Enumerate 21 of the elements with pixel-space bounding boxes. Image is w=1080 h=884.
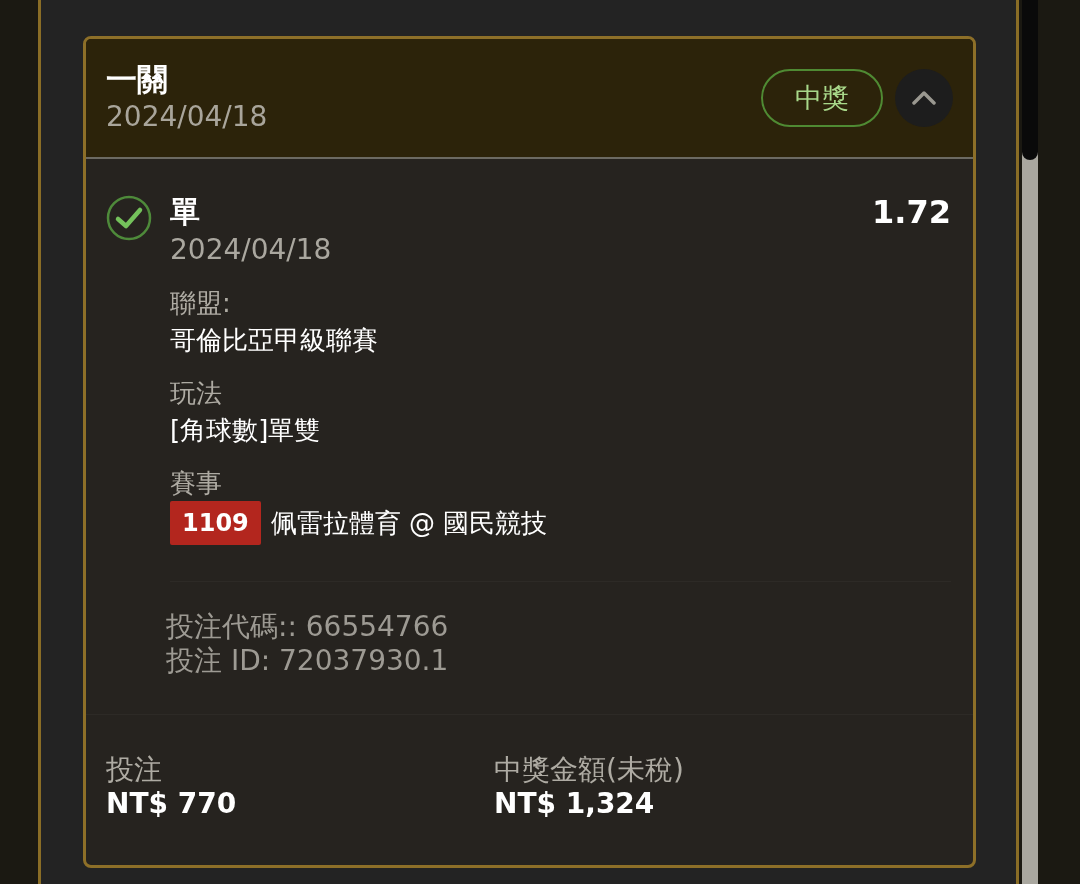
summary-label: 中獎金額(未稅) xyxy=(494,753,684,787)
chevron-up-icon xyxy=(912,91,936,105)
detail-value: [角球數]單雙 xyxy=(170,415,321,445)
selection-name: 單 xyxy=(170,194,200,229)
odds-value: 1.72 xyxy=(872,193,951,231)
detail-label: 賽事 xyxy=(170,467,222,500)
summary-amount: NT$ 1,324 xyxy=(494,787,655,821)
detail-label: 玩法 xyxy=(170,377,222,410)
detail-value: 佩雷拉體育 @ 國民競技 xyxy=(270,507,548,540)
selection-date: 2024/04/18 xyxy=(170,233,332,266)
match-number: 1109 xyxy=(170,501,261,545)
scrollbar[interactable] xyxy=(1022,0,1038,884)
summary-amount: NT$ 770 xyxy=(106,787,237,821)
detail-value: 哥倫比亞甲級聯賽 xyxy=(170,325,378,355)
bet-code: 投注代碼:: 66554766 xyxy=(166,610,449,644)
bet-date: 2024/04/18 xyxy=(106,99,269,135)
status-badge: 中獎 xyxy=(761,69,883,127)
bet-code: 投注 ID: 72037930.1 xyxy=(166,644,449,678)
bet-type-title: 一關 xyxy=(106,60,169,98)
detail-label: 聯盟: xyxy=(170,287,231,320)
summary-label: 投注 xyxy=(106,753,162,787)
